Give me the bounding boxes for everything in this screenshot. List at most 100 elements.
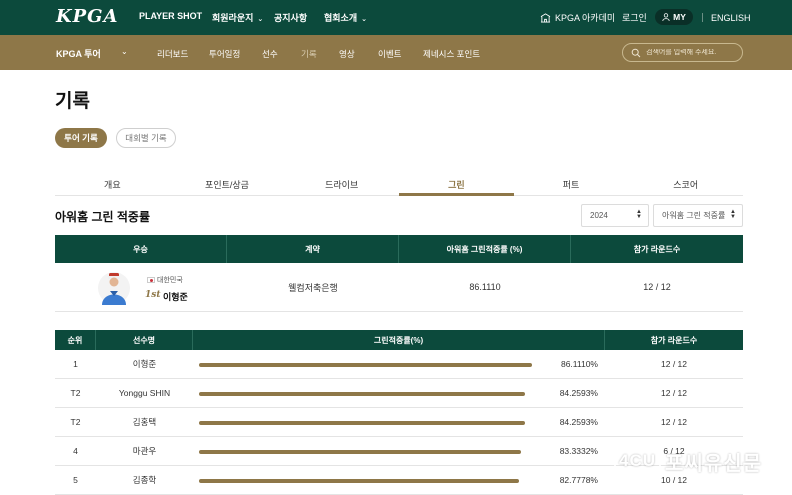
winner-row: 대한민국 1st 이형준 웰컴저축은행 86.1110 12 / 12 (55, 263, 743, 312)
nav-member-lounge[interactable]: 회원라운지 ⌄ (212, 11, 263, 24)
green-rate-bar (199, 450, 521, 454)
player-name-cell[interactable]: 김종학 (96, 466, 193, 494)
ranking-table-header: 순위 선수명 그린적중률(%) 참가 라운드수 (55, 330, 743, 350)
subnav-videos[interactable]: 영상 (339, 48, 355, 60)
record-tabs: 개요 포인트/상금 드라이브 그린 퍼트 스코어 (55, 173, 743, 196)
chevron-down-icon[interactable]: ⌄ (121, 47, 128, 56)
year-select[interactable]: 2024 ▲ ▼ (581, 204, 649, 227)
tab-overview[interactable]: 개요 (55, 173, 170, 195)
my-label: MY (673, 12, 686, 22)
green-rate-bar (199, 363, 532, 367)
player-name-cell[interactable]: 마관우 (96, 437, 193, 465)
table-row[interactable]: T2 Yonggu SHIN 84.2593% 12 / 12 (55, 379, 743, 408)
search-input[interactable] (646, 49, 741, 56)
green-rate-cell: 83.3332% (193, 437, 605, 465)
nav-label: PLAYER SHOT (139, 11, 203, 21)
kpga-logo[interactable]: KPGA (56, 6, 119, 27)
green-rate-value: 86.1110% (560, 359, 598, 369)
green-rate-bar (199, 479, 519, 483)
player-name-cell[interactable]: 이형준 (96, 350, 193, 378)
green-rate-value: 82.7778% (559, 475, 598, 485)
header-green-rate: 그린적중률(%) (193, 330, 605, 350)
academy-label: KPGA 아카데미 (555, 13, 616, 23)
country-label: 대한민국 (157, 277, 183, 284)
watermark-text: 포씨유신문 (665, 452, 763, 475)
green-rate-cell: 84.2593% (193, 379, 605, 407)
academy-icon (540, 12, 551, 23)
category-select[interactable]: 아워홈 그린 적중률 ▲ ▼ (653, 204, 743, 227)
subnav-genesis-points[interactable]: 제네시스 포인트 (423, 48, 480, 60)
tab-drive[interactable]: 드라이브 (284, 173, 399, 195)
sub-nav-bar: KPGA 투어 ⌄ 리더보드 투어일정 선수 기록 영상 이벤트 제네시스 포인… (0, 35, 792, 70)
header-rounds: 참가 라운드수 (633, 244, 681, 254)
winner-name[interactable]: 이형준 (163, 290, 188, 303)
table-row[interactable]: 1 이형준 86.1110% 12 / 12 (55, 350, 743, 379)
year-value: 2024 (590, 211, 608, 220)
header-sponsor: 계약 (227, 235, 399, 263)
login-link[interactable]: 로그인 (622, 0, 647, 35)
subnav-events[interactable]: 이벤트 (378, 48, 401, 60)
academy-link[interactable]: KPGA 아카데미 (540, 0, 615, 35)
tab-points-prize[interactable]: 포인트/상금 (170, 173, 285, 195)
rounds-cell: 12 / 12 (643, 282, 671, 292)
tab-putt[interactable]: 퍼트 (514, 173, 629, 195)
green-rate-cell: 84.2593% (193, 408, 605, 436)
search-icon (631, 48, 641, 57)
green-rate-cell: 86.1110 (469, 282, 501, 292)
subnav-players[interactable]: 선수 (262, 48, 278, 60)
rounds-cell: 12 / 12 (661, 417, 687, 427)
tab-green[interactable]: 그린 (399, 173, 514, 196)
rank-cell: 5 (73, 475, 78, 485)
tournament-records-button[interactable]: 대회별 기록 (116, 128, 176, 148)
chevron-down-icon: ⌄ (257, 16, 264, 23)
green-rate-value: 83.3332% (559, 446, 598, 456)
green-rate-cell: 86.1110% (193, 350, 605, 378)
rank-cell: 1 (73, 359, 78, 369)
page-title: 기록 (55, 91, 90, 112)
english-label: ENGLISH (711, 12, 751, 23)
my-button[interactable]: MY (655, 9, 693, 25)
english-link[interactable]: ENGLISH (711, 0, 751, 35)
nav-player-shot[interactable]: PLAYER SHOT (139, 11, 202, 21)
divider (702, 13, 703, 22)
header-winner: 우승 (55, 235, 227, 263)
category-value: 아워홈 그린 적중률 (662, 211, 726, 220)
nav-label: 협회소개 (324, 13, 358, 23)
subnav-records[interactable]: 기록 (301, 48, 317, 60)
green-rate-bar (199, 392, 525, 396)
sort-arrows-icon: ▲ ▼ (636, 209, 642, 220)
header-player: 선수명 (96, 330, 193, 350)
rank-cell: T2 (70, 388, 81, 398)
sponsor-cell: 웰컴저축은행 (288, 282, 338, 293)
green-rate-value: 84.2593% (559, 388, 598, 398)
tour-records-button[interactable]: 투어 기록 (55, 128, 107, 148)
rank-label: 1st (145, 290, 161, 300)
tour-select[interactable]: KPGA 투어 (56, 47, 101, 60)
subnav-leaderboard[interactable]: 리더보드 (157, 48, 188, 60)
green-rate-bar (199, 421, 525, 425)
chevron-down-icon: ⌄ (361, 16, 367, 23)
player-avatar (98, 272, 130, 305)
green-rate-cell: 82.7778% (193, 466, 605, 494)
winner-table: 우승 계약 아워홈 그린적중률 (%) 참가 라운드수 대한민국 1st 이형준… (55, 235, 743, 312)
search-box[interactable] (622, 43, 743, 62)
nav-notice[interactable]: 공지사항 (274, 11, 307, 24)
subnav-schedule[interactable]: 투어일정 (209, 48, 240, 60)
sort-arrows-icon: ▲ ▼ (730, 209, 736, 220)
table-row[interactable]: T2 김홍택 84.2593% 12 / 12 (55, 408, 743, 437)
top-bar: KPGA PLAYER SHOT 회원라운지 ⌄ 공지사항 협회소개 ⌄ KPGA … (0, 0, 792, 35)
login-label: 로그인 (622, 13, 647, 23)
player-name-cell[interactable]: Yonggu SHIN (96, 379, 193, 407)
player-name-cell[interactable]: 김홍택 (96, 408, 193, 436)
rounds-cell: 12 / 12 (661, 388, 687, 398)
nav-about[interactable]: 협회소개 ⌄ (324, 11, 367, 24)
green-rate-value: 84.2593% (559, 417, 598, 427)
user-icon (662, 13, 670, 21)
rank-cell: 4 (73, 446, 78, 456)
tab-score[interactable]: 스코어 (628, 173, 743, 195)
section-title: 아워홈 그린 적중률 (55, 210, 150, 224)
rounds-cell: 12 / 12 (661, 359, 687, 369)
nav-label: 공지사항 (274, 13, 308, 23)
winner-cell[interactable]: 대한민국 1st 이형준 (55, 263, 227, 311)
winner-table-header: 우승 계약 아워홈 그린적중률 (%) 참가 라운드수 (55, 235, 743, 263)
